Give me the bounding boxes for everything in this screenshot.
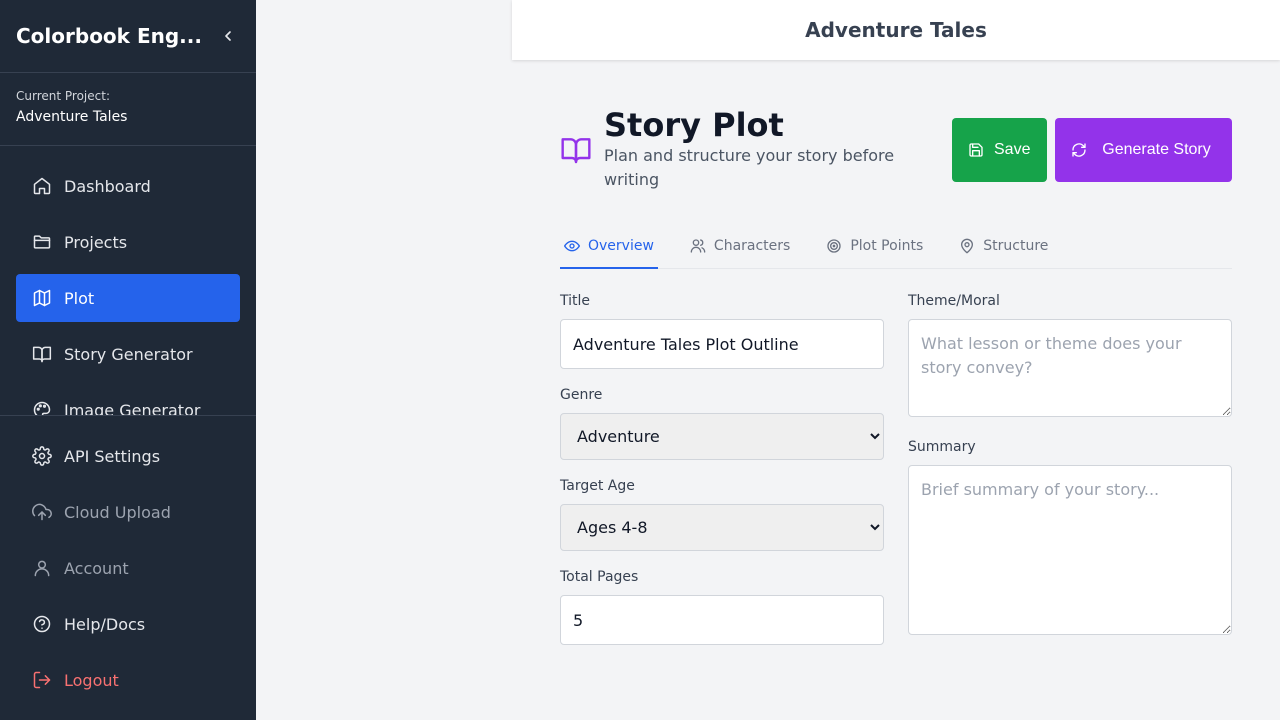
form-right-column: Theme/Moral Summary — [908, 293, 1232, 663]
folder-icon — [32, 232, 52, 252]
sidebar-bottom-nav: API Settings Cloud Upload Account Help/D… — [0, 415, 256, 720]
title-label: Title — [560, 293, 591, 309]
book-open-icon — [32, 344, 52, 364]
total-pages-field: Total Pages — [560, 569, 884, 645]
tab-label: Characters — [713, 238, 791, 254]
summary-field: Summary — [908, 439, 1232, 639]
sidebar-item-help-docs[interactable]: Help/Docs — [16, 600, 240, 648]
theme-textarea[interactable] — [908, 319, 1232, 417]
tab-label: Structure — [983, 238, 1049, 254]
genre-field: Genre Adventure — [560, 387, 884, 460]
tab-plot-points[interactable]: Plot Points — [822, 224, 927, 268]
genre-label: Genre — [560, 387, 603, 403]
sidebar-item-label: Story Generator — [64, 344, 193, 364]
theme-label: Theme/Moral — [908, 293, 1000, 309]
tab-structure[interactable]: Structure — [955, 224, 1052, 268]
collapse-sidebar-button[interactable] — [216, 24, 240, 48]
sidebar-item-label: Image Generator — [64, 400, 201, 416]
save-button[interactable]: Save — [952, 118, 1047, 182]
tab-label: Overview — [588, 237, 654, 254]
summary-label: Summary — [908, 439, 976, 455]
total-pages-input[interactable] — [560, 595, 884, 645]
tab-label: Plot Points — [850, 238, 924, 254]
generate-story-button[interactable]: Generate Story — [1055, 118, 1232, 182]
current-project-label: Current Project: — [16, 89, 110, 103]
sidebar-item-label: Projects — [64, 232, 128, 252]
page-heading: Story Plot Plan and structure your story… — [560, 106, 914, 192]
map-icon — [32, 288, 52, 308]
page-title: Story Plot — [604, 106, 784, 144]
sidebar: Colorbook Eng... Current Project: Advent… — [0, 0, 256, 720]
map-pin-icon — [959, 238, 975, 254]
title-input[interactable] — [560, 319, 884, 369]
total-pages-label: Total Pages — [560, 569, 639, 585]
logout-icon — [32, 670, 52, 690]
sidebar-item-story-generator[interactable]: Story Generator — [16, 330, 240, 378]
theme-field: Theme/Moral — [908, 293, 1232, 421]
sidebar-item-label: Cloud Upload — [64, 502, 171, 522]
page-actions: Save Generate Story — [952, 118, 1232, 182]
sidebar-item-api-settings[interactable]: API Settings — [16, 432, 240, 480]
sidebar-item-projects[interactable]: Projects — [16, 218, 240, 266]
users-icon — [690, 238, 706, 254]
help-circle-icon — [32, 614, 52, 634]
sidebar-item-label: Help/Docs — [64, 614, 146, 634]
genre-select[interactable]: Adventure — [560, 413, 884, 460]
top-header: Adventure Tales — [512, 0, 1280, 60]
main-content: Story Plot Plan and structure your story… — [560, 100, 1232, 663]
tab-characters[interactable]: Characters — [686, 224, 794, 268]
summary-textarea[interactable] — [908, 465, 1232, 635]
sidebar-item-label: Plot — [64, 288, 95, 308]
save-icon — [968, 142, 984, 158]
sidebar-main-nav: Dashboard Projects Plot Story Generator … — [0, 146, 256, 415]
sidebar-item-cloud-upload[interactable]: Cloud Upload — [16, 488, 240, 536]
sidebar-item-dashboard[interactable]: Dashboard — [16, 162, 240, 210]
page-heading-text: Story Plot Plan and structure your story… — [604, 106, 914, 192]
refresh-icon — [1071, 142, 1087, 158]
page-header: Story Plot Plan and structure your story… — [560, 106, 1232, 192]
sidebar-item-label: API Settings — [64, 446, 161, 466]
sidebar-item-label: Logout — [64, 670, 119, 690]
sidebar-item-logout[interactable]: Logout — [16, 656, 240, 704]
sidebar-item-image-generator[interactable]: Image Generator — [16, 386, 240, 415]
title-field: Title — [560, 293, 884, 369]
sidebar-item-account[interactable]: Account — [16, 544, 240, 592]
tab-overview[interactable]: Overview — [560, 224, 658, 269]
target-age-field: Target Age Ages 4-8 — [560, 478, 884, 551]
chevron-left-icon — [225, 31, 231, 41]
cloud-upload-icon — [32, 502, 52, 522]
target-icon — [826, 238, 842, 254]
gear-icon — [32, 446, 52, 466]
home-icon — [32, 176, 52, 196]
palette-icon — [32, 400, 52, 415]
app-title: Colorbook Eng... — [16, 24, 202, 48]
form-left-column: Title Genre Adventure Target Age Ages 4-… — [560, 293, 884, 663]
sidebar-item-label: Dashboard — [64, 176, 151, 196]
sidebar-brand: Colorbook Eng... — [0, 0, 256, 73]
user-icon — [32, 558, 52, 578]
current-project-name: Adventure Tales — [16, 109, 128, 125]
header-title: Adventure Tales — [805, 18, 987, 42]
page-subtitle: Plan and structure your story before wri… — [604, 146, 895, 189]
generate-story-button-label: Generate Story — [1102, 141, 1211, 158]
sidebar-item-label: Account — [64, 558, 129, 578]
plot-tabs: Overview Characters Plot Points Structur… — [560, 224, 1232, 269]
sidebar-item-plot[interactable]: Plot — [16, 274, 240, 322]
target-age-select[interactable]: Ages 4-8 — [560, 504, 884, 551]
book-open-icon — [560, 134, 592, 166]
current-project: Current Project: Adventure Tales — [0, 73, 256, 146]
target-age-label: Target Age — [560, 478, 635, 494]
save-button-label: Save — [994, 141, 1031, 158]
overview-form: Title Genre Adventure Target Age Ages 4-… — [560, 293, 1232, 663]
eye-icon — [564, 238, 580, 254]
